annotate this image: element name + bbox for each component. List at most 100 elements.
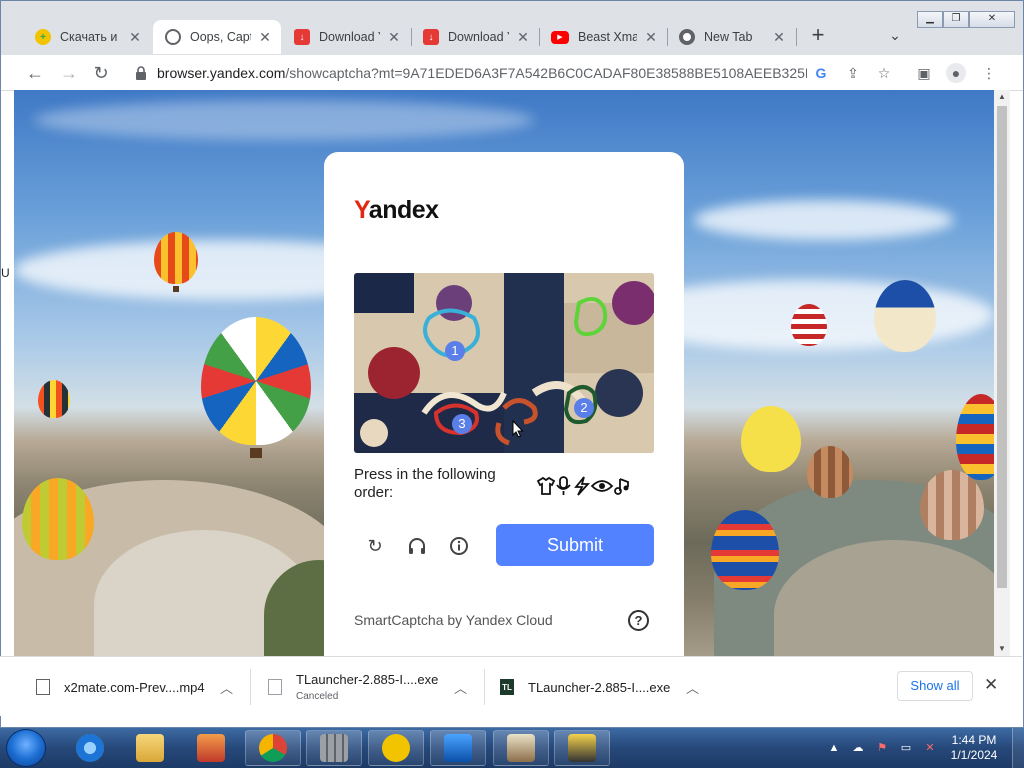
tab-title: Download Y — [448, 30, 509, 44]
menu-kebab-icon[interactable]: ⋮ — [979, 63, 999, 83]
scroll-down-arrow-icon[interactable]: ▼ — [994, 642, 1010, 656]
windows-taskbar: ▲ ☁ ⚑ ▭ ✕ 1:44 PM 1/1/2024 — [0, 728, 1024, 768]
tlauncher-icon: TL — [500, 679, 514, 695]
close-icon[interactable]: ✕ — [984, 675, 998, 695]
show-all-button[interactable]: Show all — [897, 671, 973, 701]
scrollbar-thumb[interactable] — [997, 106, 1007, 588]
tab-download-1[interactable]: ↓ Download Y ✕ — [282, 20, 410, 54]
download-item-2[interactable]: TLauncher-2.885-I....exe Canceled ︿ — [268, 665, 472, 709]
close-icon[interactable]: ✕ — [386, 29, 402, 46]
tab-download-2[interactable]: ↓ Download Y ✕ — [411, 20, 539, 54]
tab-skachat[interactable]: + Скачать и у ✕ — [23, 20, 151, 54]
left-edge-glyph: U — [1, 266, 10, 280]
close-window-button[interactable]: ✕ — [969, 11, 1015, 28]
share-icon[interactable]: ⇪ — [843, 63, 863, 83]
tab-oops-captcha[interactable]: Oops, Capt ✕ — [153, 20, 281, 54]
new-tab-button[interactable]: + — [807, 24, 829, 47]
hot-air-balloon — [154, 232, 198, 284]
order-marker-2: 2 — [574, 398, 594, 418]
internet-explorer-icon — [76, 734, 104, 762]
order-icon-strip — [536, 476, 629, 496]
tab-title: Beast Xmas — [578, 30, 637, 44]
chevron-up-icon[interactable]: ︿ — [220, 678, 233, 697]
volume-muted-icon[interactable]: ✕ — [922, 740, 938, 756]
captcha-instruction: Press in the following order: — [354, 466, 496, 501]
close-icon[interactable]: ✕ — [257, 29, 273, 46]
side-panel-icon[interactable]: ▣ — [914, 63, 934, 83]
taskbar-yellow-plus[interactable] — [368, 730, 424, 766]
mouse-cursor-icon — [512, 420, 524, 438]
chevron-up-icon[interactable]: ︿ — [686, 678, 699, 697]
file-icon — [36, 679, 50, 695]
close-icon[interactable]: ✕ — [771, 29, 787, 46]
download-filename: x2mate.com-Prev....mp4 — [64, 679, 205, 695]
grid-app-icon — [320, 734, 348, 762]
show-desktop-button[interactable] — [1012, 728, 1024, 768]
close-icon[interactable]: ✕ — [643, 29, 659, 46]
url-text: browser.yandex.com/showcaptcha?mt=9A71ED… — [157, 65, 807, 81]
info-icon[interactable] — [446, 533, 472, 559]
tab-title: Скачать и у — [60, 30, 121, 44]
network-icon[interactable]: ☁ — [850, 740, 866, 756]
captcha-card: Yandex 1 2 3 Press in the following orde… — [324, 152, 684, 656]
balloon-basket — [250, 448, 262, 458]
page-viewport: Yandex 1 2 3 Press in the following orde… — [14, 90, 994, 656]
clock[interactable]: 1:44 PM 1/1/2024 — [944, 733, 1004, 763]
order-marker-3: 3 — [452, 414, 472, 434]
forward-button[interactable]: → — [57, 62, 81, 84]
display-icon[interactable]: ▭ — [898, 740, 914, 756]
cloud — [694, 200, 954, 240]
hot-air-balloon — [38, 380, 70, 418]
download-item-3[interactable]: TL TLauncher-2.885-I....exe ︿ — [500, 665, 704, 709]
show-hidden-icons-arrow-icon[interactable]: ▲ — [826, 740, 842, 756]
chevron-up-icon[interactable]: ︿ — [454, 678, 467, 697]
scroll-up-arrow-icon[interactable]: ▲ — [994, 90, 1010, 104]
tab-beast-xmas[interactable]: ▶ Beast Xmas ✕ — [539, 20, 667, 54]
download-item-1[interactable]: x2mate.com-Prev....mp4 ︿ — [36, 665, 236, 709]
chrome-icon — [259, 734, 287, 762]
action-center-flag-icon[interactable]: ⚑ — [874, 740, 890, 756]
system-tray: ▲ ☁ ⚑ ▭ ✕ — [818, 728, 938, 768]
taskbar-chrome[interactable] — [245, 730, 301, 766]
taskbar-explorer[interactable] — [122, 730, 178, 766]
smartcaptcha-footer: SmartCaptcha by Yandex Cloud — [354, 612, 553, 628]
back-button[interactable]: ← — [23, 62, 47, 84]
refresh-captcha-icon[interactable]: ↻ — [362, 533, 388, 559]
tab-new-tab[interactable]: New Tab ✕ — [667, 20, 795, 54]
address-bar[interactable]: browser.yandex.com/showcaptcha?mt=9A71ED… — [125, 59, 905, 87]
order-marker-1: 1 — [445, 341, 465, 361]
maximize-button[interactable]: ❐ — [943, 11, 969, 28]
audio-captcha-headphones-icon[interactable] — [404, 533, 430, 559]
cloud — [34, 100, 534, 140]
start-button[interactable] — [6, 729, 46, 767]
bookmark-star-icon[interactable]: ☆ — [874, 63, 894, 83]
submit-button[interactable]: Submit — [496, 524, 654, 566]
media-player-icon — [197, 734, 225, 762]
profile-avatar-icon[interactable]: ● — [946, 63, 966, 83]
reload-button[interactable]: ↻ — [89, 62, 113, 84]
taskbar-installer[interactable] — [493, 730, 549, 766]
tab-strip: + Скачать и у ✕ Oops, Capt ✕ ↓ Download … — [1, 1, 1023, 55]
taskbar-downloader[interactable] — [430, 730, 486, 766]
close-icon[interactable]: ✕ — [127, 29, 143, 46]
balloon-basket — [173, 286, 179, 292]
taskbar-cmd[interactable] — [554, 730, 610, 766]
help-icon[interactable]: ? — [628, 610, 649, 631]
hot-air-balloon — [711, 510, 779, 590]
chevron-down-icon[interactable]: ⌄ — [885, 27, 905, 47]
google-icon[interactable]: G — [811, 63, 831, 83]
download-icon: ↓ — [423, 29, 439, 45]
download-separator — [484, 669, 485, 705]
close-icon[interactable]: ✕ — [515, 29, 531, 46]
vertical-scrollbar[interactable]: ▲ ▼ — [994, 90, 1010, 656]
taskbar-media-player[interactable] — [183, 730, 239, 766]
tab-title: New Tab — [704, 30, 753, 44]
captcha-image[interactable]: 1 2 3 — [354, 273, 654, 453]
minimize-button[interactable]: ▁ — [917, 11, 943, 28]
hot-air-balloon — [956, 394, 994, 480]
taskbar-ie[interactable] — [62, 730, 118, 766]
shirt-icon — [536, 476, 556, 495]
file-icon — [268, 679, 282, 695]
taskbar-app-grid[interactable] — [306, 730, 362, 766]
tab-separator — [796, 28, 797, 46]
